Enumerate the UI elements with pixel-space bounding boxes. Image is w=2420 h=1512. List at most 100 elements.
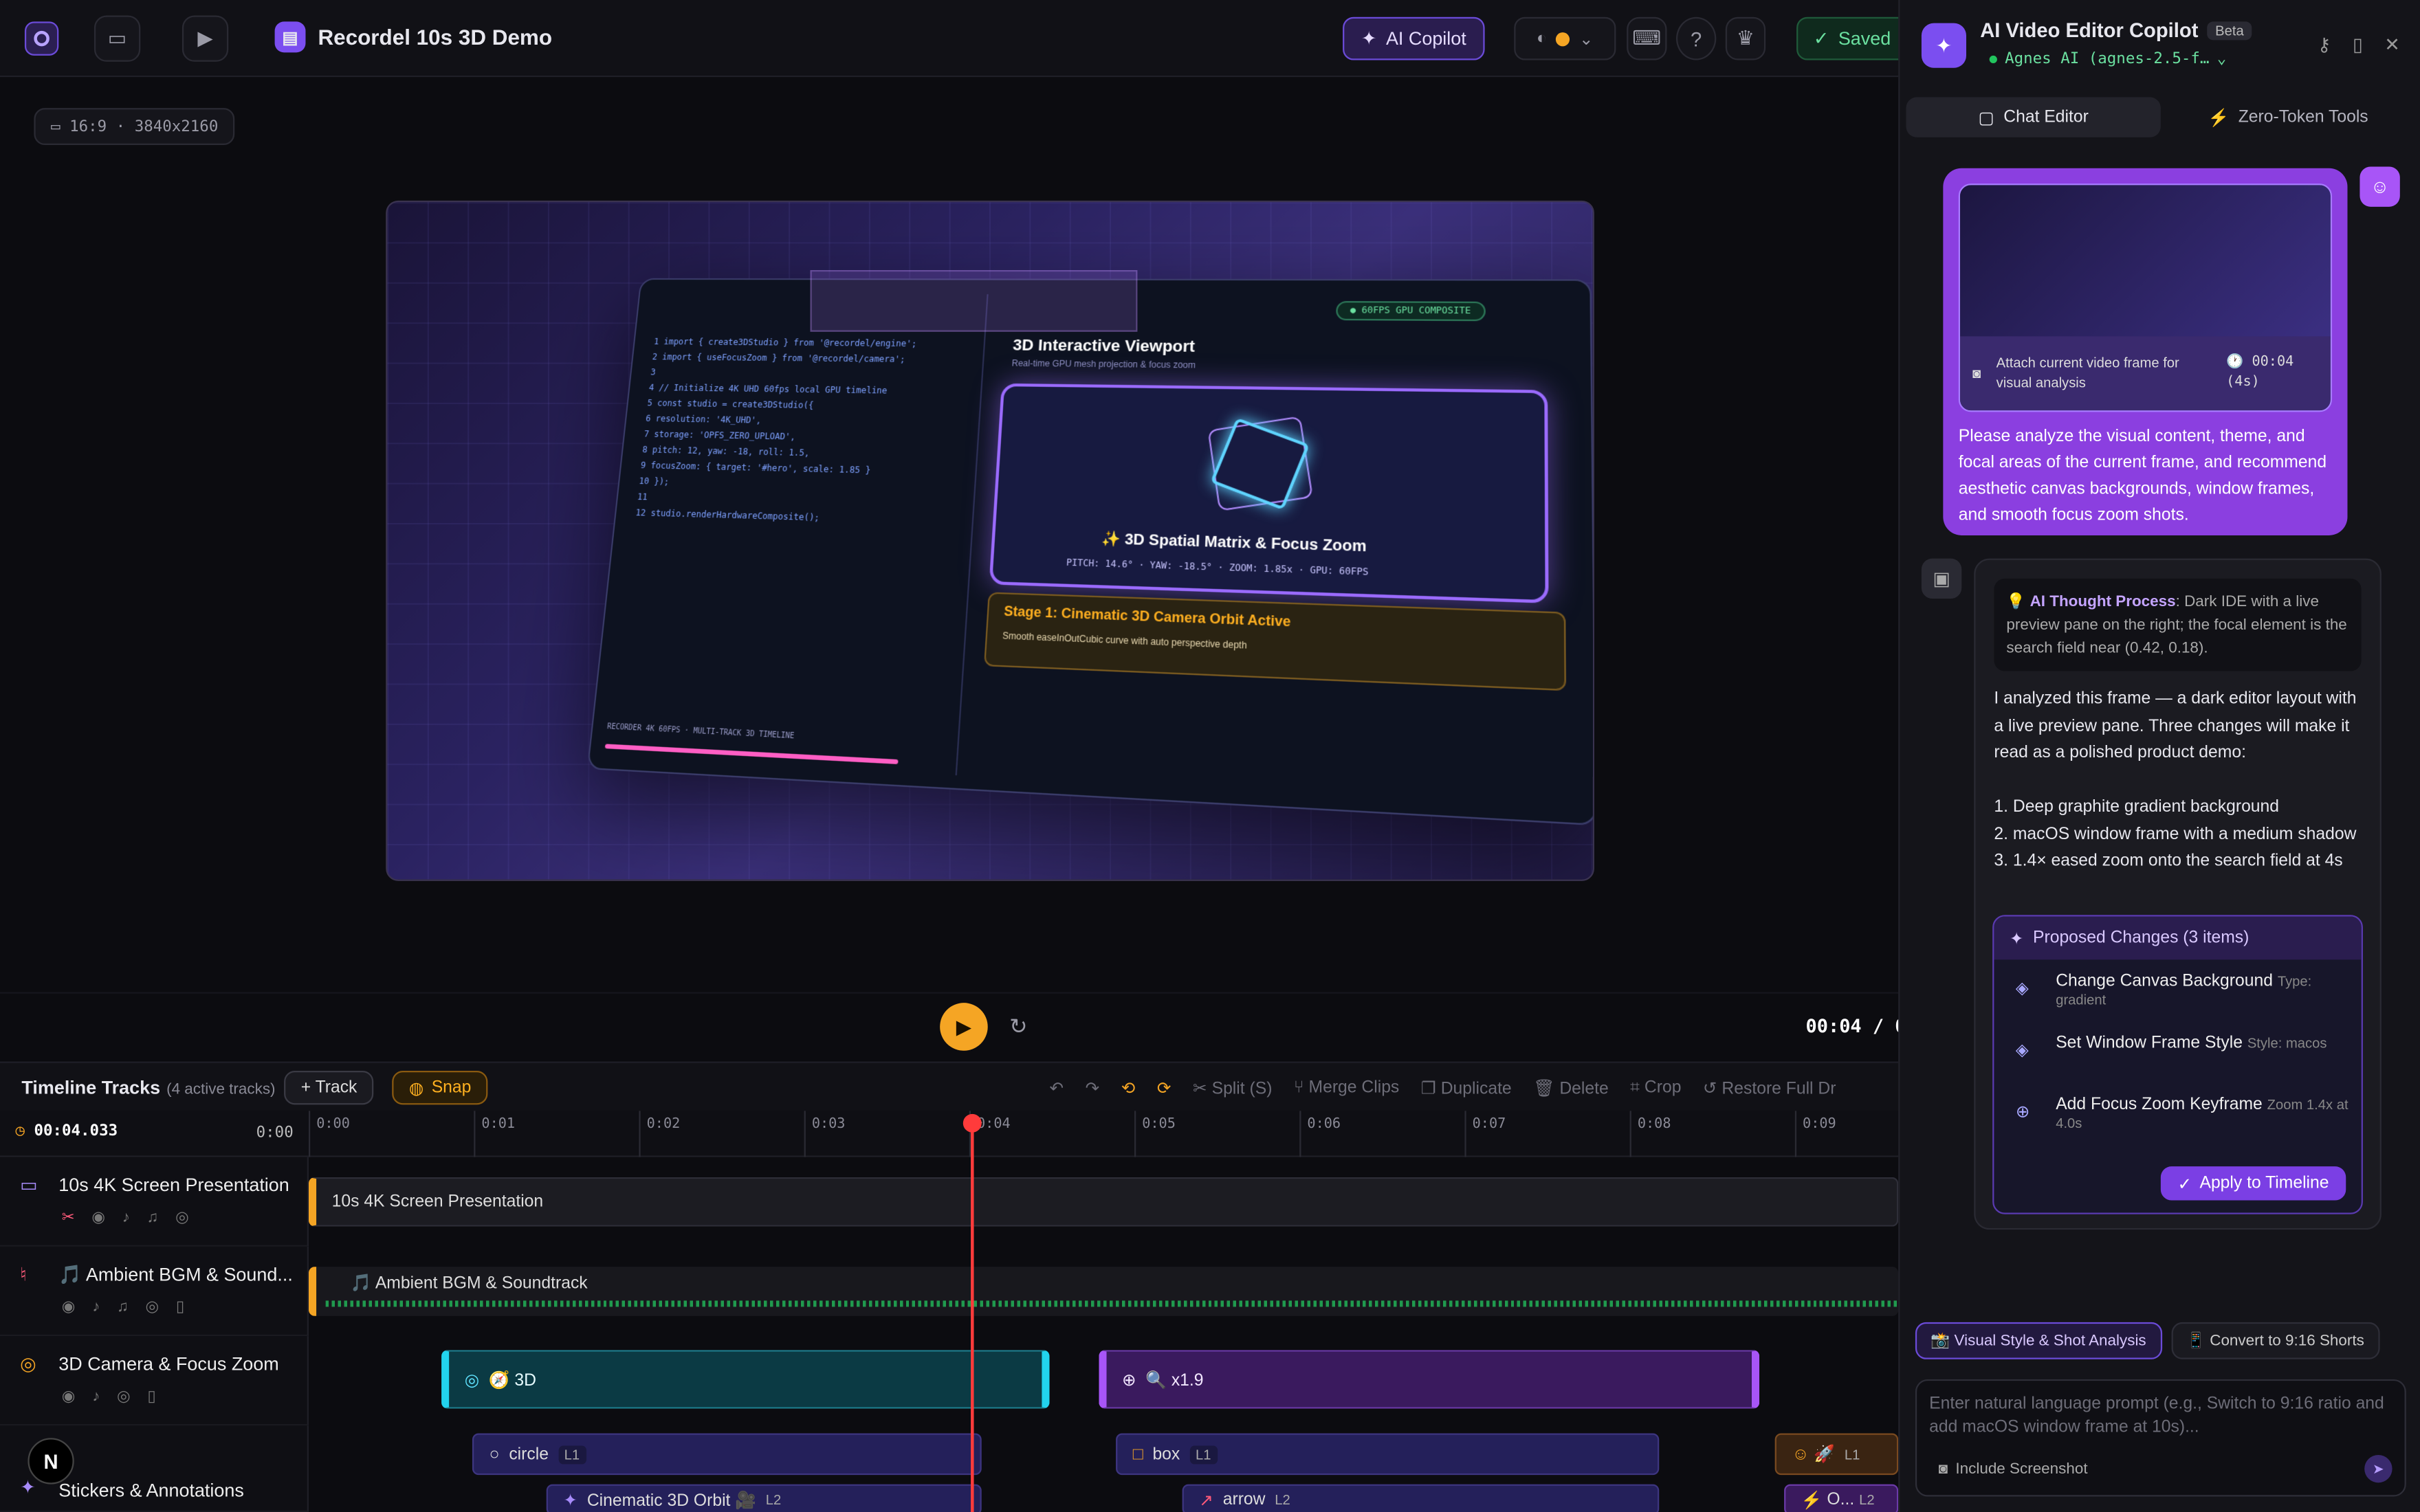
history-forward-button[interactable]: ⟳ bbox=[1157, 1078, 1172, 1098]
add-track-button[interactable]: + Track bbox=[284, 1070, 375, 1105]
timeline-subtitle: (4 active tracks) bbox=[166, 1081, 276, 1099]
track-header-screen[interactable]: ▭ 10s 4K Screen Presentation ✂ ◉ ♪ ♫ ◎ bbox=[0, 1157, 309, 1247]
open-folder-button[interactable]: ▭ bbox=[94, 15, 141, 62]
trash-icon[interactable]: ▯ bbox=[176, 1299, 184, 1316]
change-item[interactable]: ⊕ Add Focus Zoom Keyframe Zoom 1.4x at 4.… bbox=[1994, 1083, 2361, 1145]
scissors-icon[interactable]: ✂ bbox=[62, 1210, 75, 1227]
project-title[interactable]: ▤ Recordel 10s 3D Demo bbox=[274, 21, 552, 53]
playhead[interactable] bbox=[962, 1113, 982, 1512]
clip-orbit[interactable]: ✦ Cinematic 3D Orbit 🎥 L2 bbox=[546, 1484, 982, 1512]
attachment-bar: ◙ Attach current video frame for visual … bbox=[1960, 336, 2331, 411]
gpu-badge: ● 60FPS GPU COMPOSITE bbox=[1336, 301, 1486, 322]
broadcast-icon[interactable]: ◉ bbox=[62, 1299, 76, 1316]
ai-copilot-button[interactable]: ✦ AI Copilot bbox=[1343, 16, 1485, 60]
apply-to-timeline-button[interactable]: ✓ Apply to Timeline bbox=[2160, 1166, 2346, 1201]
duplicate-label: Duplicate bbox=[1440, 1079, 1512, 1098]
help-button[interactable]: ? bbox=[1675, 16, 1717, 60]
delete-button[interactable]: 🗑 Delete bbox=[1533, 1078, 1609, 1098]
broadcast-icon[interactable]: ◉ bbox=[62, 1388, 76, 1405]
square-icon: □ bbox=[1132, 1445, 1143, 1464]
check-icon: ✓ bbox=[2177, 1175, 2192, 1194]
model-selector[interactable]: Agnes AI (agnes-2.5-f… ⌄ bbox=[1989, 51, 2226, 68]
clip-arrow[interactable]: ↗ arrow L2 bbox=[1182, 1484, 1660, 1512]
sparkle-icon: ✦ bbox=[2009, 929, 2024, 948]
clip-bgm[interactable]: 🎵 Ambient BGM & Soundtrack bbox=[308, 1267, 1899, 1316]
snap-toggle[interactable]: ◍ Snap bbox=[392, 1070, 489, 1105]
record-button[interactable]: ▶ bbox=[182, 15, 229, 62]
thumbnail-image bbox=[1960, 185, 2331, 340]
replay-button[interactable]: ↻ bbox=[1009, 1014, 1027, 1040]
matrix-meta: PITCH: 14.6° · YAW: -18.5° · ZOOM: 1.85x… bbox=[1066, 557, 1369, 579]
crop-button[interactable]: ⌗ Crop bbox=[1630, 1078, 1681, 1098]
track-header-camera[interactable]: ◎ 3D Camera & Focus Zoom ◉ ♪ ◎ ▯ bbox=[0, 1336, 309, 1426]
magnet-icon: ◍ bbox=[408, 1079, 424, 1098]
merge-clips-button[interactable]: ⑂ Merge Clips bbox=[1294, 1078, 1399, 1097]
chip-convert-shorts[interactable]: 📱 Convert to 9:16 Shorts bbox=[2170, 1322, 2380, 1359]
key-icon[interactable]: ⚷ bbox=[2318, 34, 2331, 55]
chip-visual-style[interactable]: 📸 Visual Style & Shot Analysis bbox=[1915, 1322, 2162, 1359]
theme-palette-dropdown[interactable]: ◐ ⌄ bbox=[1514, 16, 1616, 60]
keyboard-shortcuts-button[interactable]: ⌨ bbox=[1627, 16, 1667, 60]
split-button[interactable]: ✂ Split (S) bbox=[1193, 1078, 1272, 1098]
volume-icon[interactable]: ♪ bbox=[92, 1299, 100, 1316]
crown-icon: ♛ bbox=[1736, 26, 1755, 49]
premium-button[interactable]: ♛ bbox=[1725, 16, 1766, 60]
clip-focus-zoom[interactable]: ⊕ 🔍 x1.9 bbox=[1099, 1350, 1760, 1409]
ruler-tick: 0:03 bbox=[804, 1111, 846, 1157]
broadcast-icon[interactable]: ◉ bbox=[91, 1210, 105, 1227]
video-icon: ▭ bbox=[20, 1174, 38, 1196]
app-logo[interactable] bbox=[24, 21, 59, 56]
thought-process: 💡 AI Thought Process: Dark IDE with a li… bbox=[1994, 578, 2362, 671]
prompt-input[interactable]: Enter natural language prompt (e.g., Swi… bbox=[1915, 1379, 2406, 1497]
video-frame-preview[interactable]: 1 import { create3DStudio } from '@recor… bbox=[386, 200, 1594, 881]
user-message-text: Please analyze the visual content, theme… bbox=[1958, 427, 2327, 525]
volume-icon[interactable]: ♪ bbox=[92, 1388, 100, 1405]
eye-icon[interactable]: ◎ bbox=[146, 1299, 160, 1316]
volume-alt-icon[interactable]: ♫ bbox=[147, 1210, 159, 1227]
tab-chat-editor[interactable]: ▢ Chat Editor bbox=[1906, 97, 2161, 137]
aspect-ratio-badge[interactable]: ▭ 16:9 · 3840x2160 bbox=[34, 108, 236, 146]
proposed-changes-header: ✦ Proposed Changes (3 items) bbox=[1994, 916, 2362, 960]
send-button[interactable]: ➤ bbox=[2364, 1454, 2392, 1483]
volume-icon[interactable]: ♪ bbox=[122, 1210, 130, 1227]
restore-button[interactable]: ↺ Restore Full Dr bbox=[1703, 1078, 1836, 1098]
history-back-button[interactable]: ⟲ bbox=[1121, 1078, 1136, 1098]
playhead-handle[interactable] bbox=[962, 1113, 982, 1133]
preview-progress-bar bbox=[604, 744, 899, 764]
ruler-tick: 0:01 bbox=[474, 1111, 515, 1157]
clip-emoji[interactable]: ☺ 🚀 L1 bbox=[1774, 1433, 1899, 1476]
top-bar: ▭ ▶ ▤ Recordel 10s 3D Demo ✦ AI Copilot … bbox=[0, 0, 1920, 78]
change-item[interactable]: ◈ Set Window Frame Style Style: macos bbox=[1994, 1021, 2361, 1083]
volume-alt-icon[interactable]: ♫ bbox=[117, 1299, 129, 1316]
clip-box[interactable]: □ box L1 bbox=[1116, 1433, 1660, 1476]
tab-zero-token-tools[interactable]: ⚡ Zero-Token Tools bbox=[2161, 97, 2415, 137]
clip-label: O... bbox=[1827, 1490, 1855, 1509]
close-icon[interactable]: ✕ bbox=[2384, 34, 2400, 55]
clip-circle[interactable]: ○ circle L1 bbox=[472, 1433, 982, 1476]
include-screenshot-toggle[interactable]: ◙ Include Screenshot bbox=[1939, 1458, 2088, 1481]
panel-title-text: AI Video Editor Copilot bbox=[1980, 18, 2199, 42]
eye-icon[interactable]: ◎ bbox=[117, 1388, 131, 1405]
track-controls: ◉ ♪ ◎ ▯ bbox=[62, 1388, 156, 1405]
sparkle-icon: ✦ bbox=[563, 1491, 578, 1510]
layer-badge: L1 bbox=[1189, 1445, 1218, 1464]
timeline-ruler[interactable]: ◷ 00:04.033 0:00 0:00 0:01 0:02 0:03 0:04… bbox=[0, 1111, 1899, 1157]
trash-icon[interactable]: ▯ bbox=[147, 1388, 155, 1405]
microphone-icon: ♮ bbox=[20, 1263, 27, 1286]
panel-title: AI Video Editor Copilot Beta bbox=[1980, 19, 2252, 42]
change-item[interactable]: ◈ Change Canvas Background Type: gradient bbox=[1994, 959, 2361, 1021]
attached-frame-thumbnail[interactable]: ◙ Attach current video frame for visual … bbox=[1958, 184, 2333, 412]
trash-icon[interactable]: ▯ bbox=[2353, 34, 2363, 55]
eye-icon[interactable]: ◎ bbox=[175, 1210, 189, 1227]
play-button[interactable]: ▶ bbox=[940, 1003, 988, 1051]
clip-3d-camera[interactable]: ◎ 🧭 3D bbox=[441, 1350, 1050, 1409]
clip-emoji-2[interactable]: ⚡ O... L2 bbox=[1784, 1484, 1899, 1512]
undo-button[interactable]: ↶ bbox=[1050, 1078, 1064, 1098]
track-header-bgm[interactable]: ♮ 🎵 Ambient BGM & Sound... ◉ ♪ ♫ ◎ ▯ bbox=[0, 1246, 309, 1337]
clip-screen[interactable]: 10s 4K Screen Presentation bbox=[308, 1177, 1899, 1227]
n-badge[interactable]: N bbox=[28, 1438, 74, 1485]
camera-icon: ◙ bbox=[1972, 366, 1981, 381]
duplicate-button[interactable]: ❐ Duplicate bbox=[1421, 1078, 1512, 1098]
redo-button[interactable]: ↷ bbox=[1086, 1078, 1100, 1098]
clock-icon: ◷ bbox=[15, 1123, 25, 1140]
